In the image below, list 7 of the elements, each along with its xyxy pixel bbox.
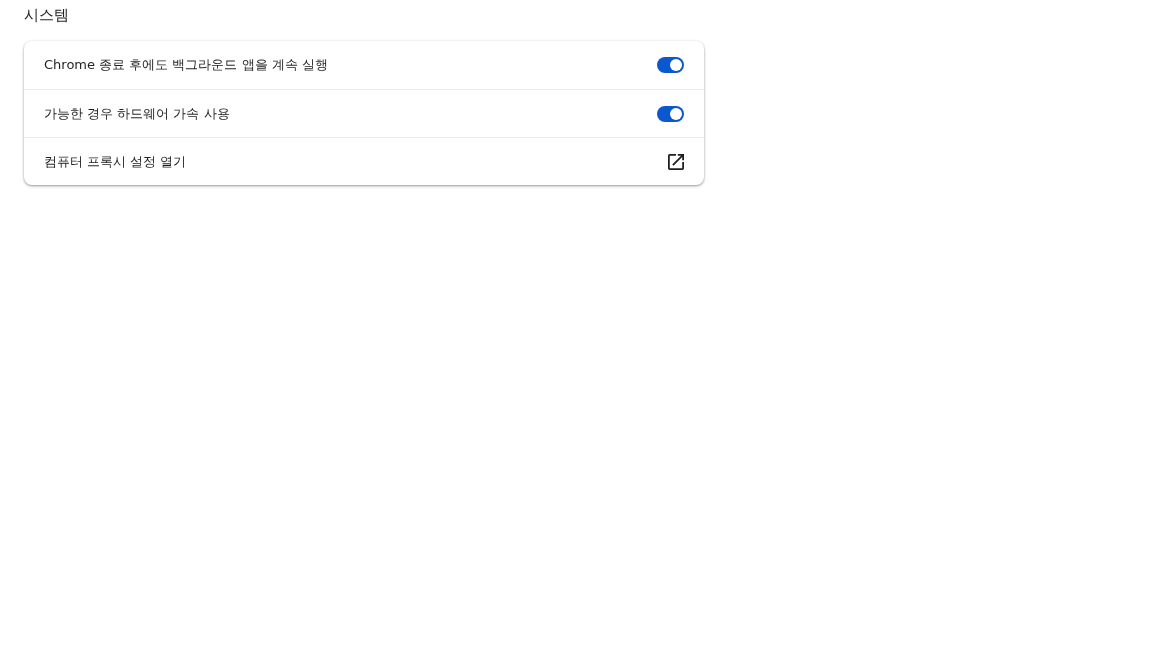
section-title: 시스템 — [24, 5, 69, 25]
toggle-switch[interactable] — [657, 57, 684, 73]
setting-label: 가능한 경우 하드웨어 가속 사용 — [44, 104, 230, 123]
setting-label: 컴퓨터 프록시 설정 열기 — [44, 152, 187, 171]
external-link-icon[interactable] — [668, 153, 684, 170]
setting-label: Chrome 종료 후에도 백그라운드 앱을 계속 실행 — [44, 56, 328, 75]
toggle-switch[interactable] — [657, 105, 684, 122]
